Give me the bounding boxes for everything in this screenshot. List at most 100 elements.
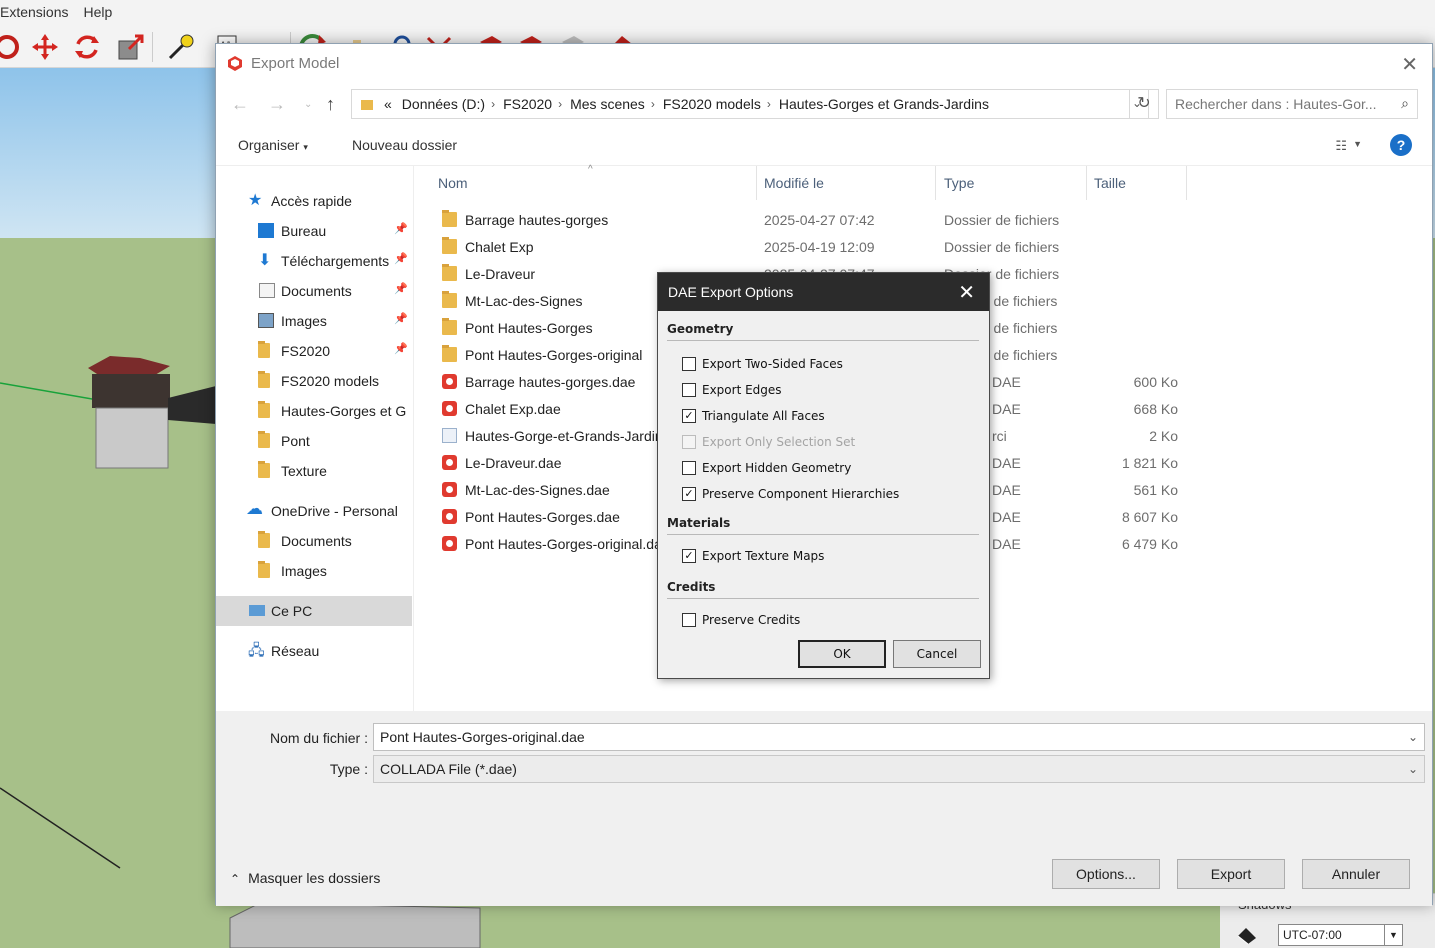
column-divider[interactable]	[935, 166, 936, 200]
nav-this-pc[interactable]: Ce PC	[216, 596, 412, 626]
search-input[interactable]: Rechercher dans : Hautes-Gor... ⌕	[1166, 89, 1418, 119]
file-size: 2 Ko	[1149, 428, 1178, 444]
pin-icon[interactable]: 📌	[394, 342, 408, 355]
breadcrumb-mes-scenes[interactable]: Mes scenes	[570, 96, 645, 112]
column-divider[interactable]	[1186, 166, 1187, 200]
nav-onedrive[interactable]: ☁ OneDrive - Personal	[216, 496, 414, 526]
file-type: DAE	[992, 401, 1021, 417]
file-row[interactable]: Barrage hautes-gorges 2025-04-27 07:42 D…	[416, 207, 1432, 234]
close-icon[interactable]: ✕	[958, 280, 975, 304]
tape-measure-icon[interactable]	[166, 32, 196, 62]
back-arrow-icon[interactable]: ←	[231, 94, 249, 115]
column-type[interactable]: Type	[944, 175, 974, 191]
rotate-tool-icon[interactable]	[72, 32, 102, 62]
orbit-tool-icon[interactable]	[0, 32, 22, 62]
options-button[interactable]: Options...	[1052, 859, 1160, 889]
pin-icon[interactable]: 📌	[394, 252, 408, 265]
file-name: Pont Hautes-Gorges-original	[465, 347, 643, 363]
refresh-button[interactable]: ↻	[1129, 89, 1159, 119]
column-name[interactable]: Nom	[438, 175, 468, 191]
address-bar[interactable]: « Données (D:) › FS2020 › Mes scenes › F…	[351, 89, 1149, 119]
move-tool-icon[interactable]	[30, 32, 60, 62]
column-size[interactable]: Taille	[1094, 175, 1126, 191]
pin-icon[interactable]: 📌	[394, 282, 408, 295]
file-type: r de fichiers	[985, 293, 1058, 309]
checkbox[interactable]	[682, 613, 696, 627]
pin-icon[interactable]: 📌	[394, 222, 408, 235]
column-divider[interactable]	[756, 166, 757, 200]
nav-item-fs2020[interactable]: FS2020 📌	[216, 336, 414, 366]
nav-network[interactable]: 🖧 Réseau	[216, 636, 414, 666]
export-button[interactable]: Export	[1177, 859, 1285, 889]
recent-chevron-icon[interactable]: ⌄	[304, 99, 312, 110]
checkbox[interactable]	[682, 461, 696, 475]
dae-cancel-button[interactable]: Cancel	[893, 640, 981, 668]
breadcrumb-fs2020[interactable]: FS2020	[503, 96, 552, 112]
option-label: Triangulate All Faces	[702, 409, 825, 423]
shortcut-file-icon	[442, 428, 457, 443]
view-dropdown-icon[interactable]: ▼	[1353, 139, 1362, 149]
option-label: Export Texture Maps	[702, 549, 825, 563]
checkbox-checked[interactable]: ✓	[682, 487, 696, 501]
new-folder-button[interactable]: Nouveau dossier	[352, 137, 457, 153]
checkbox-disabled	[682, 435, 696, 449]
file-name: Mt-Lac-des-Signes	[465, 293, 583, 309]
file-name: Le-Draveur.dae	[465, 455, 562, 471]
timezone-select[interactable]: UTC-07:00 ▼	[1278, 924, 1403, 946]
folder-icon	[442, 237, 457, 254]
close-icon[interactable]: ✕	[1401, 52, 1418, 77]
nav-item-documents[interactable]: Documents 📌	[216, 276, 414, 306]
file-row[interactable]: Chalet Exp 2025-04-19 12:09 Dossier de f…	[416, 234, 1432, 261]
menu-help[interactable]: Help	[83, 4, 112, 20]
checkbox-checked[interactable]: ✓	[682, 409, 696, 423]
column-header-row: Nom ^ Modifié le Type Taille	[416, 164, 1432, 200]
folder-icon	[442, 264, 457, 281]
option-label: Export Only Selection Set	[702, 435, 856, 449]
checkbox[interactable]	[682, 383, 696, 397]
nav-onedrive-documents[interactable]: Documents	[216, 526, 414, 556]
divider	[667, 534, 979, 535]
help-icon[interactable]: ?	[1390, 134, 1412, 156]
column-modified[interactable]: Modifié le	[764, 175, 824, 191]
checkbox-checked[interactable]: ✓	[682, 549, 696, 563]
nav-item-texture[interactable]: Texture	[216, 456, 414, 486]
file-type: Dossier de fichiers	[944, 212, 1060, 228]
sketchup-file-icon	[442, 401, 457, 416]
nav-label: Accès rapide	[271, 193, 352, 209]
nav-item-images[interactable]: Images 📌	[216, 306, 414, 336]
nav-item-telechargements[interactable]: ⬇ Téléchargements 📌	[216, 246, 414, 276]
nav-item-pont[interactable]: Pont	[216, 426, 414, 456]
forward-arrow-icon[interactable]: →	[268, 94, 286, 115]
pin-icon[interactable]: 📌	[394, 312, 408, 325]
nav-item-fs2020-models[interactable]: FS2020 models	[216, 366, 414, 396]
filename-input[interactable]: Pont Hautes-Gorges-original.dae ⌄	[373, 723, 1425, 751]
up-arrow-icon[interactable]: ↑	[326, 94, 335, 115]
view-list-icon[interactable]: ☷	[1335, 138, 1347, 154]
breadcrumb-drive[interactable]: Données (D:)	[402, 96, 485, 112]
menu-extensions[interactable]: Extensions	[0, 4, 68, 20]
column-divider[interactable]	[1086, 166, 1087, 200]
nav-label: Images	[281, 313, 327, 329]
breadcrumb-current[interactable]: Hautes-Gorges et Grands-Jardins	[779, 96, 989, 112]
nav-onedrive-images[interactable]: Images	[216, 556, 414, 586]
type-select[interactable]: COLLADA File (*.dae) ⌄	[373, 755, 1425, 783]
nav-item-bureau[interactable]: Bureau 📌	[216, 216, 414, 246]
nav-item-hautes-gorges[interactable]: Hautes-Gorges et G	[216, 396, 414, 426]
file-name: Pont Hautes-Gorges.dae	[465, 509, 620, 525]
checkbox[interactable]	[682, 357, 696, 371]
sketchup-file-icon	[442, 509, 457, 524]
chevron-down-icon[interactable]: ⌄	[1408, 730, 1418, 744]
breadcrumb-fs2020-models[interactable]: FS2020 models	[663, 96, 761, 112]
cloud-icon: ☁	[246, 499, 263, 518]
ok-button[interactable]: OK	[798, 640, 886, 668]
hide-folders-toggle[interactable]: ⌃ Masquer les dossiers	[230, 870, 380, 886]
folder-icon	[258, 531, 270, 548]
scale-tool-icon[interactable]	[116, 32, 146, 62]
breadcrumb-prefix[interactable]: «	[384, 96, 392, 112]
nav-quick-access[interactable]: ★ Accès rapide	[216, 186, 414, 216]
file-name: Barrage hautes-gorges	[465, 212, 609, 228]
network-icon: 🖧	[248, 642, 265, 659]
cancel-button[interactable]: Annuler	[1302, 859, 1410, 889]
file-name: Barrage hautes-gorges.dae	[465, 374, 636, 390]
organize-button[interactable]: Organiser ▾	[238, 137, 308, 153]
